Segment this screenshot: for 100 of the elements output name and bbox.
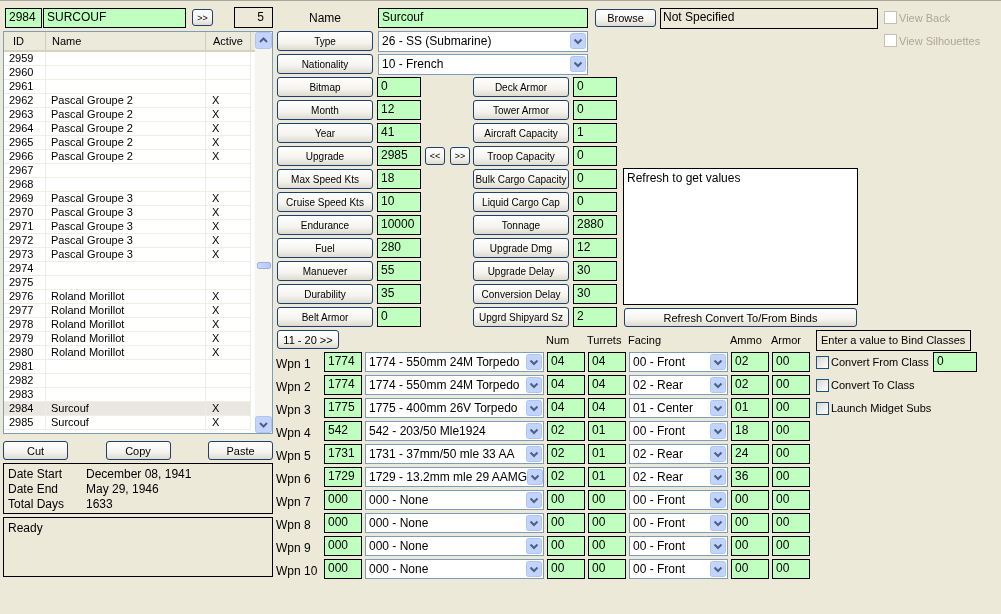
chevron-down-icon[interactable] [710,515,726,531]
stat-field[interactable]: 0 [573,169,617,189]
stat-button[interactable]: Manuever [277,261,373,281]
stat-field[interactable]: 1 [573,123,617,143]
weapon-id-field[interactable]: 000 [324,559,362,579]
refresh-button[interactable]: Refresh Convert To/From Binds [624,308,857,327]
ammo-field[interactable]: 02 [731,375,769,395]
armor-field[interactable]: 00 [772,467,810,487]
class-value-field[interactable]: 0 [933,352,977,372]
turrets-field[interactable]: 04 [588,398,626,418]
weapon-id-field[interactable]: 1774 [324,375,362,395]
column-header[interactable]: Name [46,32,206,50]
column-header[interactable]: Active [206,32,251,50]
list-row[interactable]: 2985 Surcouf X [4,416,251,430]
weapon-id-field[interactable]: 000 [324,513,362,533]
chevron-down-icon[interactable] [526,446,542,462]
list-row[interactable]: 2975 [4,276,251,290]
list-row[interactable]: 2963 Pascal Groupe 2 X [4,108,251,122]
stat-field[interactable]: 55 [377,261,421,281]
list-row[interactable]: 2967 [4,164,251,178]
page-button[interactable]: 11 - 20 >> [277,330,339,349]
weapon-select[interactable]: 000 - None [365,536,544,556]
field-button[interactable]: Nationality [277,54,373,74]
facing-select[interactable]: 01 - Center [629,398,728,418]
list-row[interactable]: 2962 Pascal Groupe 2 X [4,94,251,108]
stat-field[interactable]: 10 [377,192,421,212]
stat-field[interactable]: 280 [377,238,421,258]
binds-output-box[interactable]: Refresh to get values [623,168,858,305]
dropdown-select[interactable]: 26 - SS (Submarine) [378,30,588,52]
scrollbar[interactable] [255,32,272,433]
checkbox[interactable] [816,401,829,415]
stat-button[interactable]: Max Speed Kts [277,169,373,189]
weapon-id-field[interactable]: 000 [324,490,362,510]
list-row[interactable]: 2964 Pascal Groupe 2 X [4,122,251,136]
stat-field[interactable]: 0 [377,307,421,327]
dropdown-select[interactable]: 10 - French [378,53,588,75]
chevron-down-icon[interactable] [526,377,542,393]
stat-button[interactable]: Tonnage [473,215,569,235]
num-field[interactable]: 02 [547,467,585,487]
list-row[interactable]: 2969 Pascal Groupe 3 X [4,192,251,206]
armor-field[interactable]: 00 [772,559,810,579]
list-row[interactable]: 2970 Pascal Groupe 3 X [4,206,251,220]
turrets-field[interactable]: 04 [588,375,626,395]
chevron-down-icon[interactable] [710,377,726,393]
stat-field[interactable]: 35 [377,284,421,304]
chevron-down-icon[interactable] [526,400,542,416]
list-row[interactable]: 2971 Pascal Groupe 3 X [4,220,251,234]
column-header[interactable]: ID [4,32,46,50]
stat-button[interactable]: Conversion Delay [473,284,569,304]
ammo-field[interactable]: 00 [731,490,769,510]
stat-field[interactable]: 0 [573,192,617,212]
weapon-select[interactable]: 1731 - 37mm/50 mle 33 AA [365,444,544,464]
clipboard-button[interactable]: Cut [3,441,68,460]
stat-field[interactable]: 0 [573,146,617,166]
weapon-select[interactable]: 000 - None [365,490,544,510]
stat-button[interactable]: Troop Capacity [473,146,569,166]
browse-button[interactable]: Browse [595,9,656,27]
checkbox[interactable] [816,378,829,392]
scroll-thumb[interactable] [256,262,271,269]
stat-button[interactable]: Liquid Cargo Cap [473,192,569,212]
list-row[interactable]: 2981 [4,360,251,374]
clipboard-button[interactable]: Paste [208,441,273,460]
stat-field[interactable]: 2 [573,307,617,327]
chevron-down-icon[interactable] [710,469,726,485]
weapon-id-field[interactable]: 542 [324,421,362,441]
list-row[interactable]: 2961 [4,80,251,94]
ammo-field[interactable]: 24 [731,444,769,464]
chevron-down-icon[interactable] [526,423,542,439]
list-row[interactable]: 2984 Surcouf X [4,402,251,416]
stat-field[interactable]: 0 [573,100,617,120]
chevron-down-icon[interactable] [710,446,726,462]
chevron-down-icon[interactable] [710,561,726,577]
num-field[interactable]: 00 [547,536,585,556]
turrets-field[interactable]: 01 [588,467,626,487]
clipboard-button[interactable]: Copy [105,441,171,460]
facing-select[interactable]: 00 - Front [629,559,728,579]
chevron-down-icon[interactable] [570,33,586,49]
stat-button[interactable]: Month [277,100,373,120]
chevron-down-icon[interactable] [710,354,726,370]
weapon-id-field[interactable]: 1729 [324,467,362,487]
record-name-field[interactable]: SURCOUF [43,7,186,28]
num-field[interactable]: 04 [547,375,585,395]
list-row[interactable]: 2965 Pascal Groupe 2 X [4,136,251,150]
ammo-field[interactable]: 36 [731,467,769,487]
stat-button[interactable]: Upgrd Shipyard Sz [473,307,569,327]
armor-field[interactable]: 00 [772,536,810,556]
ammo-field[interactable]: 01 [731,398,769,418]
list-row[interactable]: 2980 Roland Morillot X [4,346,251,360]
weapon-select[interactable]: 1774 - 550mm 24M Torpedo [365,352,544,372]
chevron-down-icon[interactable] [570,56,586,72]
ammo-field[interactable]: 00 [731,513,769,533]
num-field[interactable]: 02 [547,421,585,441]
armor-field[interactable]: 00 [772,444,810,464]
list-row[interactable]: 2968 [4,178,251,192]
facing-select[interactable]: 00 - Front [629,421,728,441]
stat-field[interactable]: 30 [573,261,617,281]
scroll-up-icon[interactable] [255,32,272,49]
list-row[interactable]: 2973 Pascal Groupe 3 X [4,248,251,262]
chevron-down-icon[interactable] [526,538,542,554]
num-field[interactable]: 00 [547,513,585,533]
